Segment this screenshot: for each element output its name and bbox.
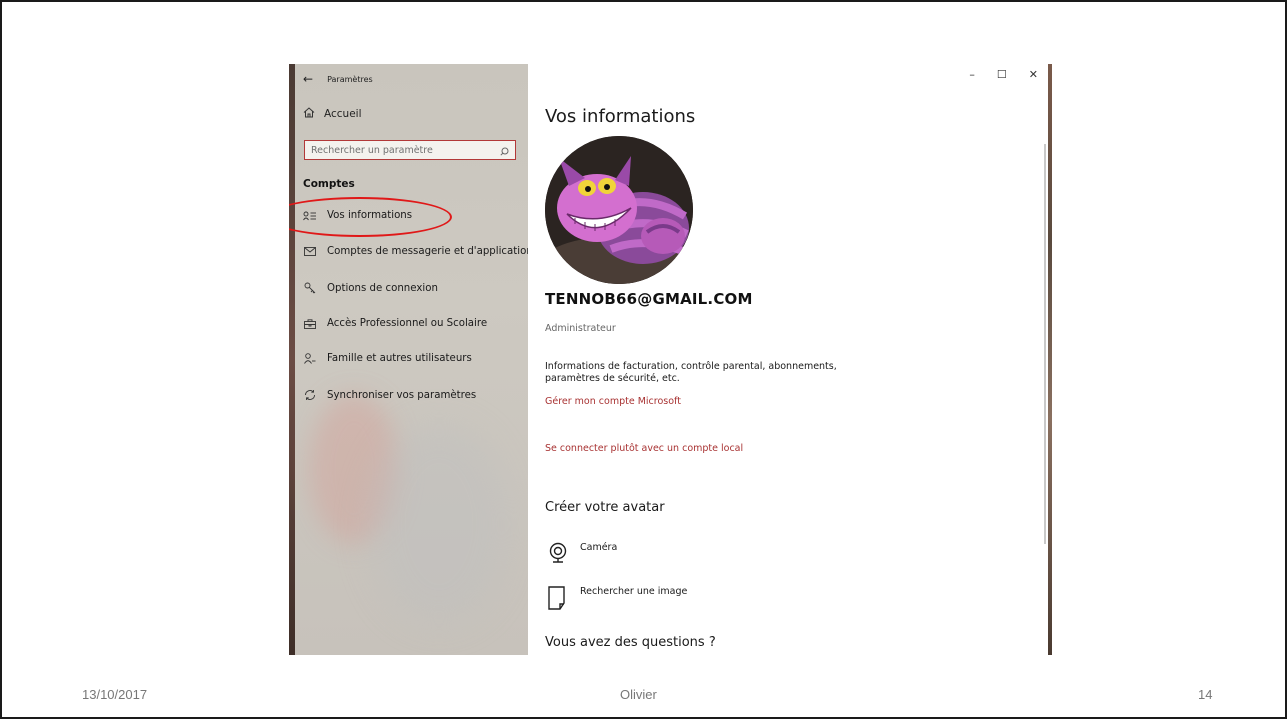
minimize-button[interactable]: – xyxy=(969,68,975,81)
background-edge xyxy=(289,64,295,655)
sidebar-item-options-connexion[interactable]: Options de connexion xyxy=(303,282,438,294)
sidebar-item-acces-professionnel[interactable]: Accès Professionnel ou Scolaire xyxy=(303,318,487,329)
background-edge xyxy=(1048,64,1052,655)
sidebar-item-comptes-messagerie[interactable]: Comptes de messagerie et d'application xyxy=(303,246,528,257)
camera-icon xyxy=(548,542,568,567)
browse-image-option[interactable]: Rechercher une image xyxy=(548,586,687,613)
user-info-icon xyxy=(303,211,317,221)
maximize-button[interactable]: ☐ xyxy=(997,68,1007,81)
footer-author: Olivier xyxy=(620,687,657,702)
settings-window-screenshot: ← Paramètres Accueil Comptes xyxy=(289,64,1052,655)
sidebar-item-label: Famille et autres utilisateurs xyxy=(327,353,472,364)
cheshire-cat-avatar-image xyxy=(545,136,693,284)
search-box[interactable] xyxy=(304,140,516,160)
background-blur xyxy=(369,424,509,624)
window-title: Paramètres xyxy=(327,74,373,84)
nav-home-label: Accueil xyxy=(324,108,362,120)
avatar-section-title: Créer votre avatar xyxy=(545,500,665,515)
account-email: TENNOB66@GMAIL.COM xyxy=(545,290,753,308)
search-input[interactable] xyxy=(311,144,481,156)
mail-icon xyxy=(303,247,317,256)
camera-label: Caméra xyxy=(580,542,618,553)
sidebar-item-famille[interactable]: Famille et autres utilisateurs xyxy=(303,353,472,364)
settings-sidebar: ← Paramètres Accueil Comptes xyxy=(289,64,528,655)
camera-option[interactable]: Caméra xyxy=(548,542,617,567)
scrollbar[interactable] xyxy=(1044,144,1046,544)
sidebar-item-label: Synchroniser vos paramètres xyxy=(327,389,477,401)
browse-image-label: Rechercher une image xyxy=(580,586,688,597)
sidebar-item-vos-informations[interactable]: Vos informations xyxy=(303,210,412,221)
account-role: Administrateur xyxy=(545,323,616,334)
page-title: Vos informations xyxy=(545,106,696,127)
briefcase-icon xyxy=(303,318,317,329)
key-icon xyxy=(303,282,317,294)
footer-page-number: 14 xyxy=(1198,687,1213,702)
sidebar-item-label: Accès Professionnel ou Scolaire xyxy=(327,318,488,329)
avatar xyxy=(545,136,693,284)
sidebar-item-label: Comptes de messagerie et d'application xyxy=(327,246,528,257)
sidebar-item-synchroniser[interactable]: Synchroniser vos paramètres xyxy=(303,389,476,401)
main-panel: – ☐ ✕ Vos informations TENNOB66@GMAIL.CO… xyxy=(528,64,1052,655)
window-controls: – ☐ ✕ xyxy=(969,68,1038,81)
home-icon xyxy=(303,107,315,121)
close-button[interactable]: ✕ xyxy=(1029,68,1038,81)
slide: ← Paramètres Accueil Comptes xyxy=(0,0,1287,719)
section-title: Comptes xyxy=(303,178,355,190)
footer-date: 13/10/2017 xyxy=(82,687,148,702)
back-arrow-icon[interactable]: ← xyxy=(303,72,313,86)
search-icon[interactable] xyxy=(500,141,509,160)
sync-icon xyxy=(303,389,317,401)
local-account-link[interactable]: Se connecter plutôt avec un compte local xyxy=(545,443,743,454)
questions-title: Vous avez des questions ? xyxy=(545,635,716,650)
manage-account-link[interactable]: Gérer mon compte Microsoft xyxy=(545,396,681,407)
title-bar: ← Paramètres xyxy=(303,70,373,88)
nav-home[interactable]: Accueil xyxy=(303,107,362,121)
account-info-text: Informations de facturation, contrôle pa… xyxy=(545,361,837,384)
person-add-icon xyxy=(303,353,317,364)
sidebar-item-label: Options de connexion xyxy=(327,282,438,294)
browse-file-icon xyxy=(548,586,568,613)
sidebar-item-label: Vos informations xyxy=(327,210,413,221)
